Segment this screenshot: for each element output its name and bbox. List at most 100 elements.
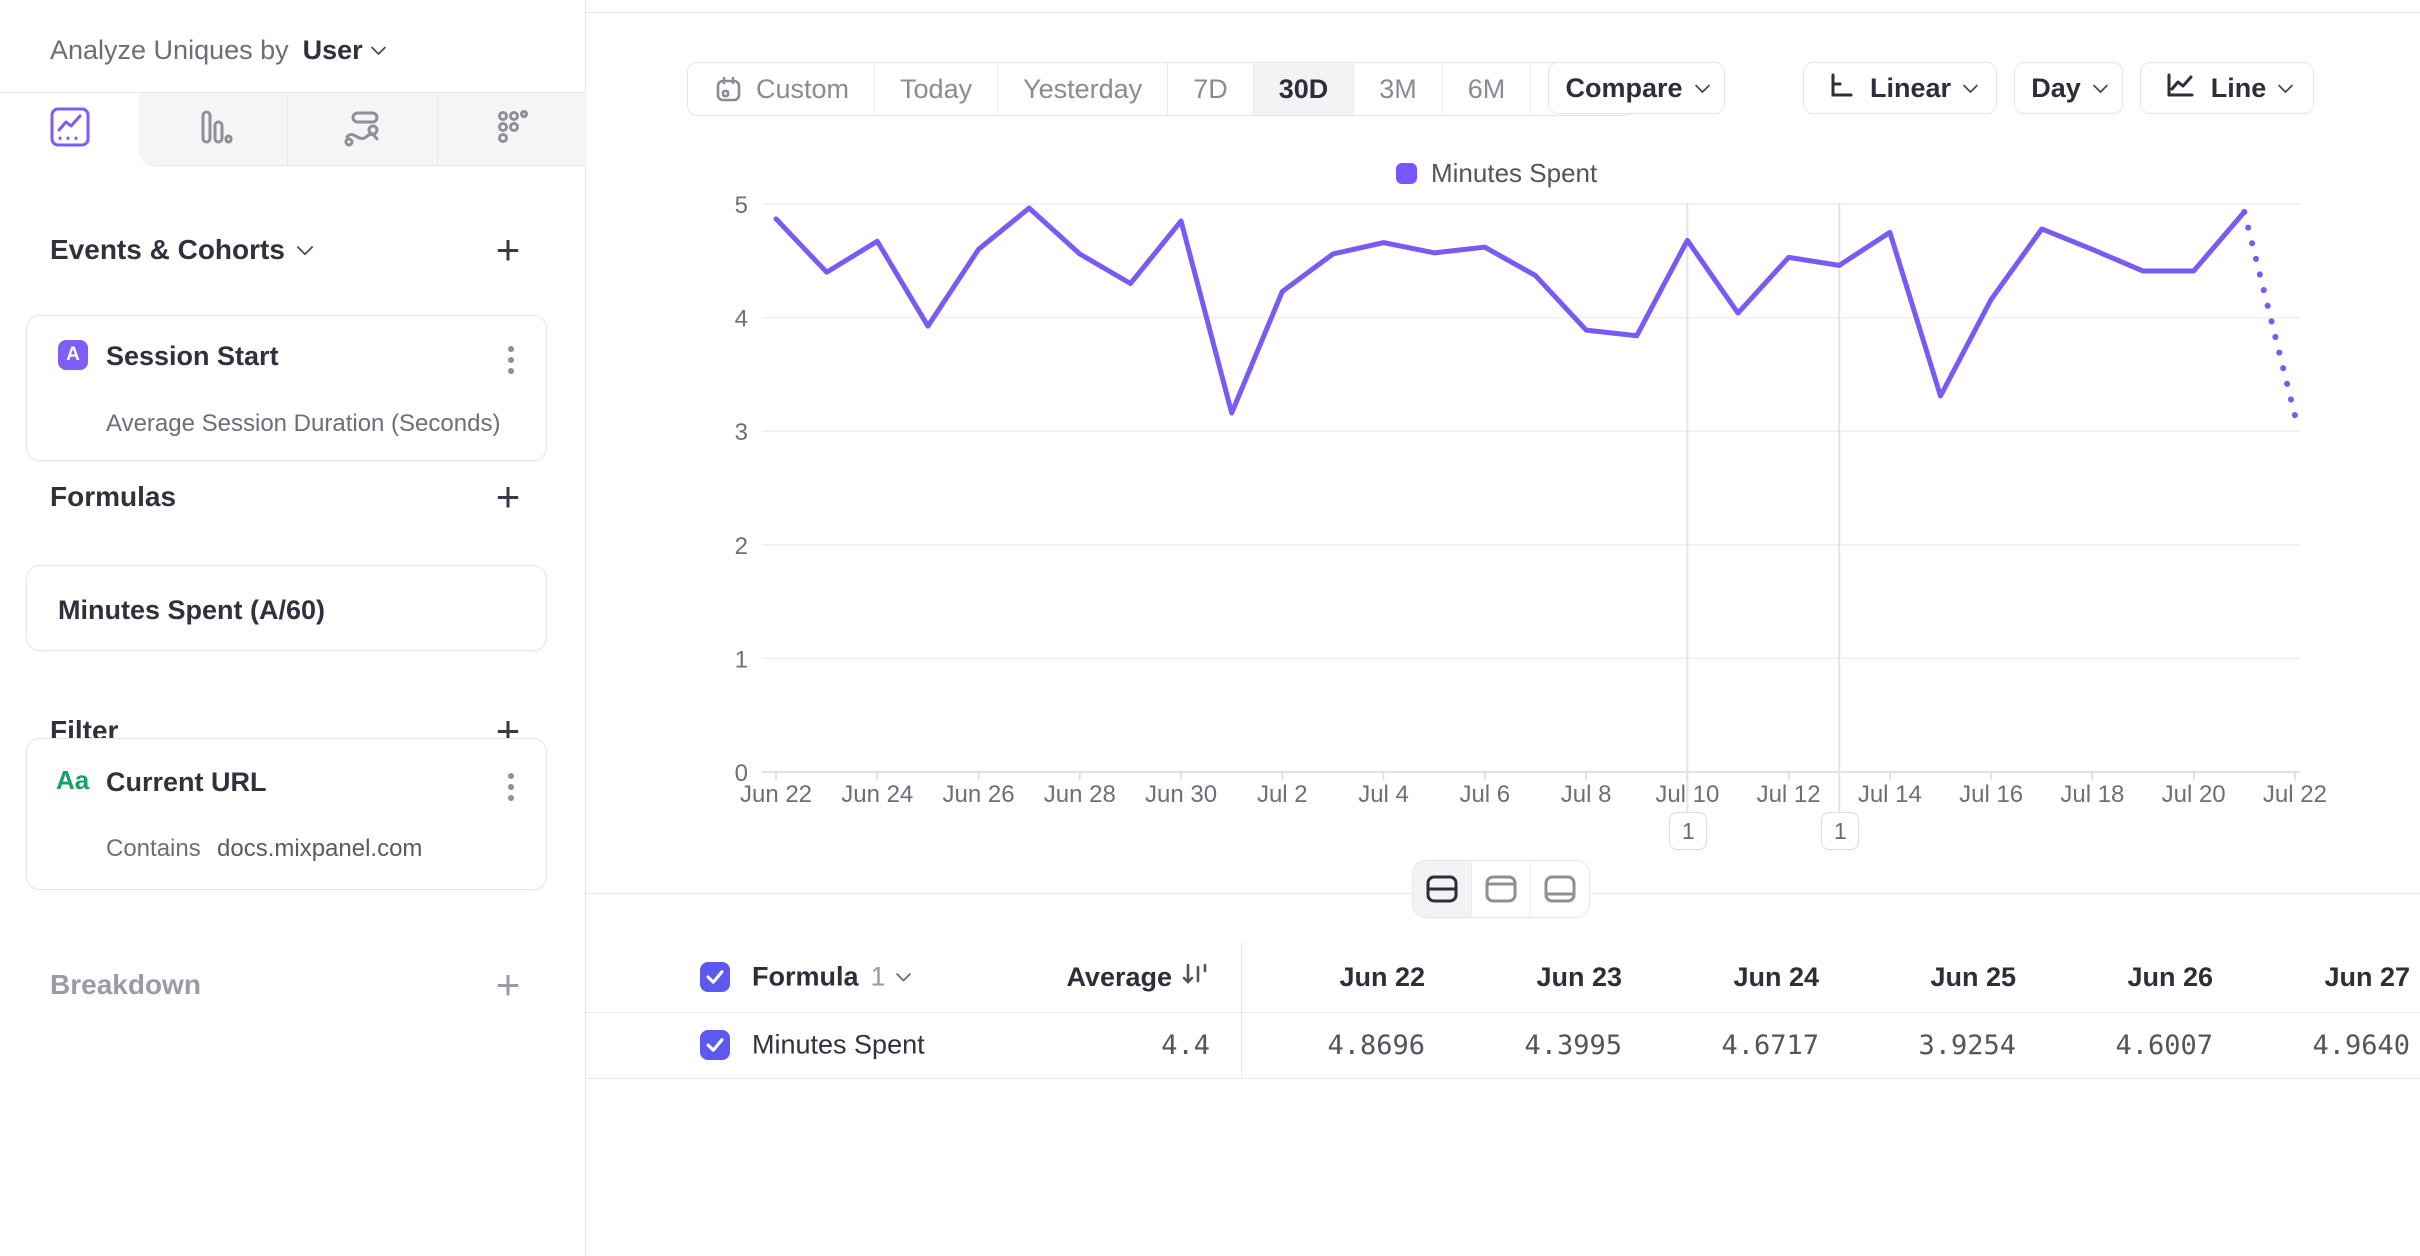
formula-group-dropdown[interactable]: Formula 1 (752, 962, 909, 993)
toggle-chart-only[interactable] (1471, 861, 1530, 917)
string-property-icon: Aa (56, 765, 89, 796)
x-axis-tick-label: Jul 16 (1959, 781, 2023, 808)
analyze-by-dropdown[interactable]: User (303, 35, 363, 66)
chevron-down-icon (1694, 77, 1710, 93)
date-column-header[interactable]: Jun 26 (2023, 942, 2213, 1012)
events-section-header: Events & Cohorts (50, 228, 311, 272)
tab-flows-report[interactable] (287, 93, 436, 165)
range-option-label: 3M (1379, 74, 1417, 105)
range-option-today[interactable]: Today (874, 63, 997, 115)
event-letter-badge: A (58, 340, 88, 370)
x-axis-tick-label: Jun 22 (740, 781, 812, 808)
range-option-yesterday[interactable]: Yesterday (997, 63, 1167, 115)
linear-axis-icon (1824, 69, 1856, 108)
x-axis-tick-label: Jul 10 (1655, 781, 1719, 808)
insights-chart-icon (47, 104, 93, 155)
x-axis-tick-label: Jun 30 (1145, 781, 1217, 808)
range-option-30d[interactable]: 30D (1253, 63, 1354, 115)
x-axis-tick-label: Jun 24 (841, 781, 913, 808)
range-option-custom[interactable]: Custom (688, 63, 874, 115)
scale-label: Linear (1870, 73, 1951, 104)
report-tab-group (139, 93, 586, 166)
filter-property[interactable]: Current URL (106, 767, 267, 798)
x-axis-tick-label: Jul 12 (1757, 781, 1821, 808)
range-option-3m[interactable]: 3M (1353, 63, 1442, 115)
add-formula-button[interactable]: + (486, 475, 530, 519)
tab-insights[interactable] (0, 93, 139, 166)
filter-card[interactable]: Aa Current URL Contains docs.mixpanel.co… (26, 738, 547, 890)
select-all-checkbox[interactable] (700, 962, 730, 992)
range-option-label: 30D (1279, 74, 1329, 105)
table-value-cell: 4.6717 (1629, 1012, 1819, 1078)
add-breakdown-button[interactable]: + (486, 963, 530, 1007)
event-name[interactable]: Session Start (106, 341, 279, 372)
range-option-label: Custom (756, 74, 849, 105)
x-axis-tick-label: Jul 20 (2162, 781, 2226, 808)
range-option-label: Yesterday (1023, 74, 1142, 105)
x-axis-tick-label: Jul 6 (1459, 781, 1510, 808)
sort-icon (1180, 959, 1210, 996)
x-axis-tick-label: Jul 4 (1358, 781, 1409, 808)
minutes-spent-line-dotted (2244, 212, 2295, 415)
minutes-spent-line (776, 208, 2244, 413)
granularity-button[interactable]: Day (2014, 62, 2123, 114)
annotation-marker[interactable]: 1 (1821, 812, 1859, 850)
date-column-header[interactable]: Jun 23 (1432, 942, 1622, 1012)
breakdown-section-header: Breakdown (50, 963, 201, 1007)
average-column-header[interactable]: Average (1000, 942, 1210, 1012)
tab-retention-report[interactable] (437, 93, 586, 165)
query-builder-sidebar: Analyze Uniques by User (0, 0, 586, 1256)
scale-button[interactable]: Linear (1803, 62, 1997, 114)
formulas-section-title: Formulas (50, 481, 176, 513)
date-column-header[interactable]: Jun 22 (1235, 942, 1425, 1012)
granularity-label: Day (2031, 73, 2081, 104)
events-section-title: Events & Cohorts (50, 234, 285, 266)
chart-type-button[interactable]: Line (2140, 62, 2314, 114)
y-axis-tick-label: 4 (735, 306, 748, 333)
annotation-marker[interactable]: 1 (1669, 812, 1707, 850)
calendar-icon (713, 74, 744, 105)
x-axis-tick-label: Jul 14 (1858, 781, 1922, 808)
tab-bar-report[interactable] (139, 93, 287, 165)
x-axis-tick-label: Jul 18 (2060, 781, 2124, 808)
series-name: Minutes Spent (752, 1030, 925, 1061)
analyze-uniques-row: Analyze Uniques by User (50, 30, 384, 70)
x-axis-tick-label: Jul 2 (1257, 781, 1308, 808)
chevron-down-icon[interactable] (296, 239, 313, 256)
range-option-6m[interactable]: 6M (1442, 63, 1531, 115)
filter-value[interactable]: docs.mixpanel.com (217, 835, 422, 863)
table-header-row: Formula 1 Average Jun 22Jun 23Jun 24Jun … (586, 942, 2420, 1013)
date-range-selector: CustomTodayYesterday7D30D3M6M12M (687, 62, 1635, 116)
formulas-section-header: Formulas (50, 475, 176, 519)
range-option-7d[interactable]: 7D (1167, 63, 1253, 115)
event-card[interactable]: A Session Start Average Session Duration… (26, 315, 547, 461)
table-value-cell: 3.9254 (1826, 1012, 2016, 1078)
average-label: Average (1066, 962, 1172, 993)
x-axis-tick-label: Jun 28 (1044, 781, 1116, 808)
event-aggregation[interactable]: Average Session Duration (Seconds) (106, 410, 500, 438)
filter-operator[interactable]: Contains (106, 835, 201, 863)
toggle-chart-and-table[interactable] (1413, 861, 1471, 917)
event-kebab-menu[interactable] (504, 342, 518, 378)
y-axis-tick-label: 1 (735, 646, 748, 673)
formula-group-label: Formula (752, 962, 859, 993)
filter-kebab-menu[interactable] (504, 769, 518, 805)
chevron-down-icon (895, 966, 911, 982)
formula-name[interactable]: Minutes Spent (A/60) (58, 595, 325, 626)
breakdown-section-title: Breakdown (50, 969, 201, 1001)
add-event-button[interactable]: + (486, 228, 530, 272)
date-column-header[interactable]: Jun 27 (2220, 942, 2410, 1012)
compare-button[interactable]: Compare (1548, 62, 1725, 114)
y-axis-tick-label: 3 (735, 419, 748, 446)
date-column-header[interactable]: Jun 24 (1629, 942, 1819, 1012)
range-option-label: Today (900, 74, 972, 105)
x-axis-tick-label: Jun 26 (942, 781, 1014, 808)
toggle-table-only[interactable] (1530, 861, 1589, 917)
date-column-header[interactable]: Jun 25 (1826, 942, 2016, 1012)
chevron-down-icon (370, 39, 386, 55)
x-axis-tick-label: Jul 8 (1561, 781, 1612, 808)
analyze-label: Analyze Uniques by (50, 35, 289, 66)
series-average-value: 4.4 (1060, 1012, 1210, 1078)
series-checkbox[interactable] (700, 1030, 730, 1060)
formula-card[interactable]: Minutes Spent (A/60) (26, 565, 547, 651)
